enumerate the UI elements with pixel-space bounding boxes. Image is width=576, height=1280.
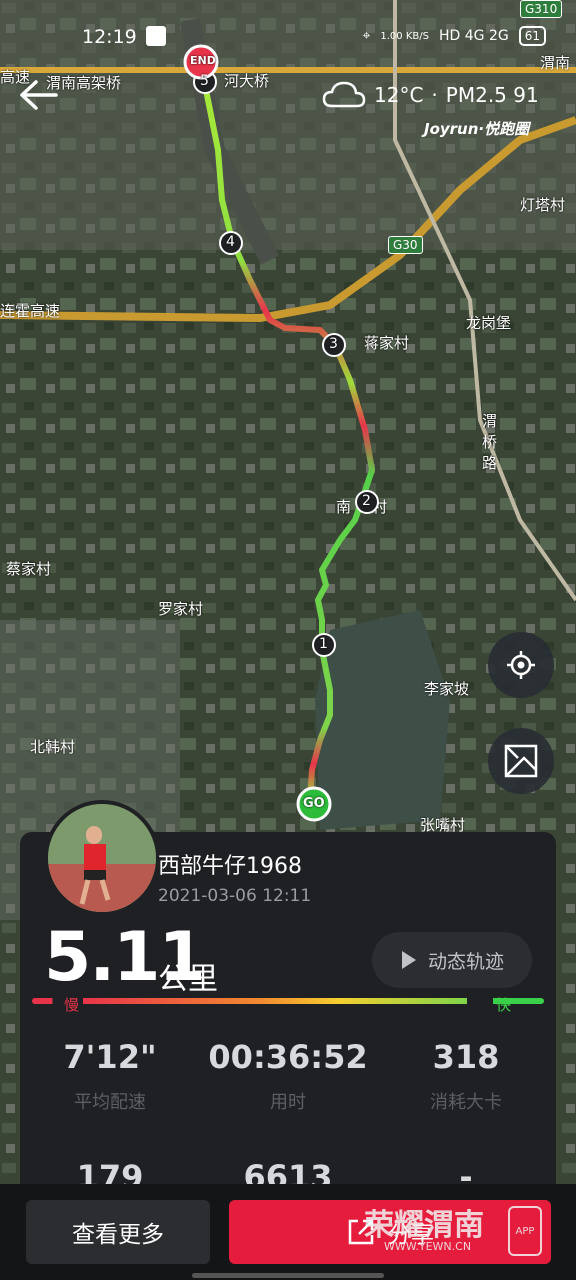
route-replay-button[interactable]: 动态轨迹 xyxy=(372,932,532,988)
watermark-app-icon: APP xyxy=(508,1206,542,1256)
watermark-app-label: APP xyxy=(515,1225,535,1237)
replay-label: 动态轨迹 xyxy=(427,950,504,973)
stat-value: 318 xyxy=(432,1038,500,1076)
play-icon xyxy=(401,951,416,969)
stat-label: 用时 xyxy=(270,1092,306,1113)
watermark-url: WWW.YEWN.CN xyxy=(384,1240,472,1253)
km-marker-label: 1 xyxy=(319,636,328,652)
view-more-button[interactable]: 查看更多 xyxy=(26,1200,210,1264)
stat-avg-pace: 7'12" 平均配速 xyxy=(25,1038,195,1114)
stat-value: 00:36:52 xyxy=(208,1038,368,1076)
runner-photo xyxy=(48,804,156,912)
pace-gradient-bar xyxy=(32,998,544,1004)
watermark-text: 荣耀渭南 xyxy=(364,1208,484,1243)
distance-unit: 公里 xyxy=(158,962,218,997)
run-datetime: 2021-03-06 12:11 xyxy=(158,886,312,906)
cloud-icon xyxy=(322,81,366,108)
locate-button[interactable] xyxy=(488,632,554,698)
status-indicators: ⌖ 1.00 KB/S HD 4G 2G 61 xyxy=(362,26,546,46)
avatar[interactable] xyxy=(44,800,160,916)
stat-label: 平均配速 xyxy=(74,1092,146,1113)
map-layer-icon xyxy=(504,744,538,778)
stat-label: 消耗大卡 xyxy=(430,1092,502,1113)
home-indicator[interactable] xyxy=(192,1273,384,1278)
end-label: END xyxy=(190,54,216,67)
app-notification-icon xyxy=(146,26,166,46)
km-marker-label: 2 xyxy=(362,493,371,509)
location-icon: ⌖ xyxy=(362,28,371,44)
separator: · xyxy=(431,83,438,107)
fast-label: 快 xyxy=(496,996,512,1014)
status-bar: 12:19 ⌖ 1.00 KB/S HD 4G 2G 61 xyxy=(0,22,576,52)
stat-duration: 00:36:52 用时 xyxy=(203,1038,373,1114)
air-quality: PM2.5 91 xyxy=(445,83,539,107)
brand-logo: Joyrun·悦跑圈 xyxy=(424,120,530,138)
locate-icon xyxy=(507,651,535,679)
back-arrow-icon[interactable] xyxy=(16,78,60,112)
km-marker-label: 3 xyxy=(329,336,338,352)
weather-info: 12°C · PM2.5 91 xyxy=(322,80,539,110)
km-marker-label: 5 xyxy=(200,73,209,89)
network-speed: 1.00 KB/S xyxy=(380,30,429,42)
status-time: 12:19 xyxy=(82,26,137,48)
username: 西部牛仔1968 xyxy=(158,854,302,879)
network-signal: HD 4G 2G xyxy=(438,28,509,44)
temperature: 12°C xyxy=(374,83,424,107)
start-label: GO xyxy=(303,796,325,811)
stat-calories: 318 消耗大卡 xyxy=(381,1038,551,1114)
battery-icon: 61 xyxy=(518,26,546,46)
slow-label: 慢 xyxy=(64,996,80,1014)
stat-value: 7'12" xyxy=(63,1038,157,1076)
map-type-button[interactable] xyxy=(488,728,554,794)
km-marker-label: 4 xyxy=(226,234,235,250)
